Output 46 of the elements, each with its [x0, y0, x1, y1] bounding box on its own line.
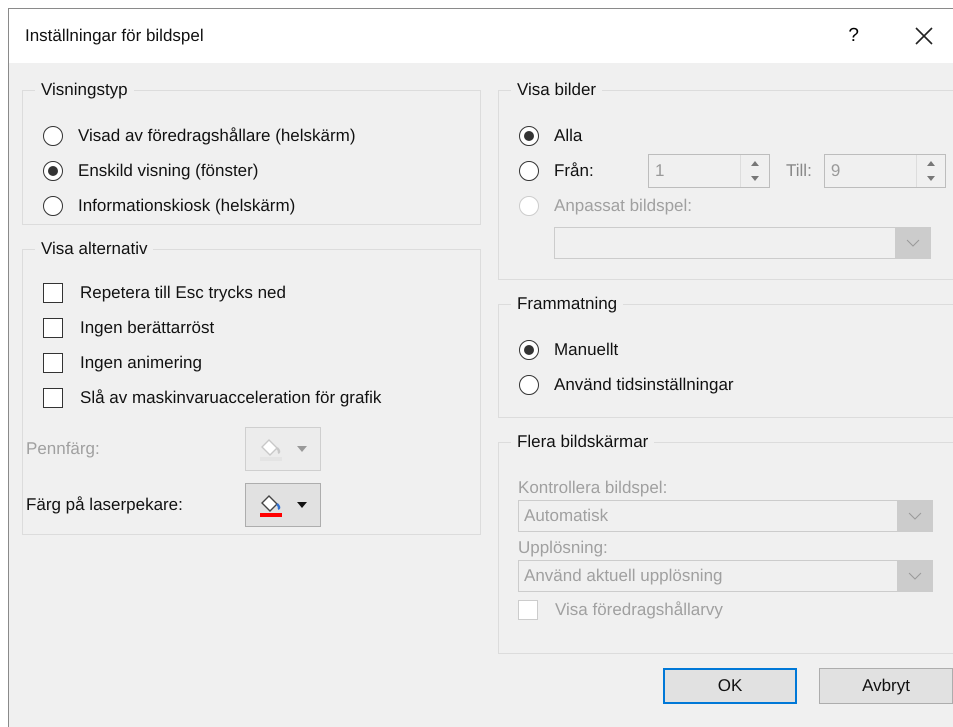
radio-label: Informationskiosk (helskärm) [78, 196, 296, 216]
checkbox[interactable] [43, 352, 63, 372]
group-title: Visa alternativ [40, 239, 148, 259]
radio-label: Använd tidsinställningar [554, 374, 734, 394]
radio-button[interactable] [519, 126, 539, 146]
color-label: Pennfärg: [26, 439, 101, 459]
radio-label: Enskild visning (fönster) [78, 160, 258, 180]
dialog-button[interactable]: Avbryt [819, 668, 953, 704]
close-icon[interactable] [915, 27, 933, 45]
checkbox[interactable] [43, 388, 63, 408]
checkbox-label: Ingen animering [80, 352, 202, 372]
field-label: Upplösning: [518, 538, 609, 558]
checkbox-label: Ingen berättarröst [80, 318, 214, 338]
caret-icon [296, 445, 308, 453]
checkbox-label: Visa föredragshållarvy [555, 600, 723, 620]
group-title: Visa bilder [516, 80, 598, 100]
color-picker-button[interactable] [245, 483, 321, 527]
radio-label: Manuellt [554, 340, 618, 360]
radio-label: Från: [554, 160, 595, 180]
chevron-down-icon [906, 239, 920, 247]
checkbox-label: Slå av maskinvaruacceleration för grafik [80, 388, 382, 408]
chevron-down-icon [908, 572, 922, 580]
dialog-button[interactable]: OK [663, 668, 797, 704]
chevron-down-icon [908, 512, 922, 520]
group-title: Flera bildskärmar [516, 432, 650, 452]
group-title: Frammatning [516, 294, 618, 314]
radio-label: Alla [554, 126, 582, 146]
radio-button[interactable] [43, 160, 63, 180]
radio-label: Visad av föredragshållare (helskärm) [78, 126, 356, 146]
checkbox[interactable] [43, 282, 63, 302]
radio-button[interactable] [519, 374, 539, 394]
group-title: Visningstyp [40, 80, 129, 100]
help-button[interactable]: ? [848, 25, 859, 47]
radio-button[interactable] [519, 160, 539, 180]
radio-button[interactable] [43, 126, 63, 146]
radio-button[interactable] [43, 196, 63, 216]
field-label: Kontrollera bildspel: [518, 478, 668, 498]
color-label: Färg på laserpekare: [26, 495, 184, 515]
field-label: Till: [786, 160, 812, 180]
radio-button[interactable] [519, 340, 539, 360]
checkbox-label: Repetera till Esc trycks ned [80, 282, 286, 302]
radio-label: Anpassat bildspel: [554, 196, 692, 216]
number-field[interactable]: 9 [824, 154, 946, 188]
checkbox[interactable] [43, 318, 63, 338]
window-title: Inställningar för bildspel [25, 26, 205, 46]
caret-icon [296, 501, 308, 509]
